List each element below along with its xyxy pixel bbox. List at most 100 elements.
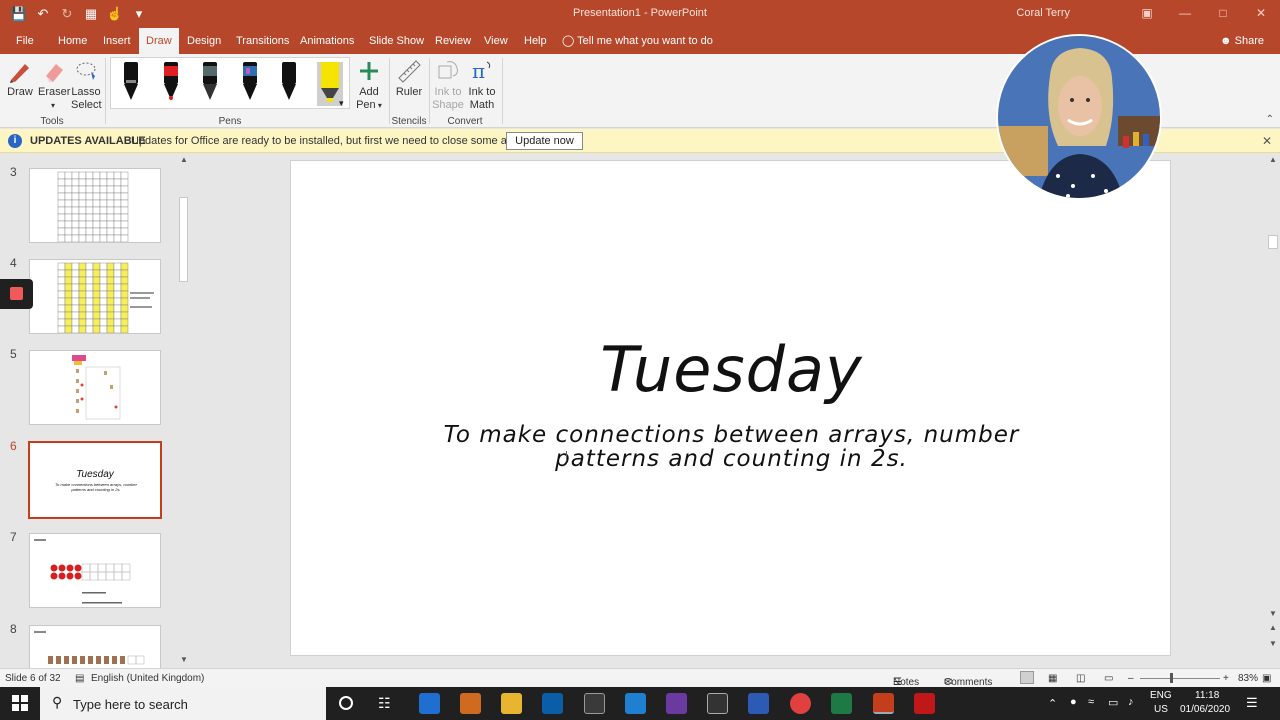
pen-galaxy[interactable] [240, 62, 260, 102]
excel-icon[interactable] [831, 693, 852, 714]
zoom-level[interactable]: 83% [1238, 673, 1258, 684]
lasso-select-button[interactable]: Lasso Select [71, 58, 102, 112]
task-view-icon[interactable]: ☷ [378, 695, 391, 712]
slide-subtitle[interactable]: To make connections between arrays, numb… [421, 423, 1042, 471]
tab-design[interactable]: Design [180, 28, 228, 54]
ruler-button[interactable]: Ruler [393, 58, 425, 99]
thumbnail-scrollbar-thumb[interactable] [179, 197, 188, 282]
add-pen-button[interactable]: Add Pen ▾ [354, 58, 384, 112]
grid-cell [57, 290, 66, 299]
windows-start-icon[interactable] [12, 695, 28, 711]
close-icon[interactable]: ✕ [1262, 134, 1272, 148]
tab-insert[interactable]: Insert [96, 28, 138, 54]
slide-thumbnail-7[interactable] [29, 533, 161, 608]
notifications-icon[interactable]: ☰ [1246, 695, 1258, 711]
previous-slide-icon[interactable]: ▲ [1269, 623, 1277, 632]
screen-recorder-icon[interactable] [790, 693, 811, 714]
eraser-button[interactable]: Eraser ▾ [38, 58, 70, 112]
grid-cell [71, 234, 80, 242]
tab-draw[interactable]: Draw [139, 28, 179, 54]
slide-scrollbar[interactable]: ▲ ▼ ▲ ▼ [1266, 153, 1280, 666]
tab-slide-show[interactable]: Slide Show [362, 28, 431, 54]
zoom-slider[interactable] [1140, 678, 1220, 679]
recording-stop-button[interactable] [0, 279, 33, 309]
user-name[interactable]: Coral Terry [1016, 7, 1070, 19]
maximize-button[interactable]: □ [1204, 0, 1242, 28]
word-icon[interactable] [748, 693, 769, 714]
cortana-icon[interactable] [339, 696, 353, 710]
tab-file[interactable]: File [9, 28, 41, 54]
scrollbar-thumb[interactable] [1268, 235, 1278, 249]
pen-red[interactable] [161, 62, 181, 102]
fit-to-window-icon[interactable]: ▣ [1262, 673, 1271, 684]
minimize-button[interactable]: — [1166, 0, 1204, 28]
edge-icon[interactable] [419, 693, 440, 714]
ink-to-math-button[interactable]: π Ink to Math [466, 58, 498, 112]
ink-to-math-label-1: Ink to [468, 86, 496, 98]
webcam-overlay[interactable] [996, 34, 1162, 200]
slide-thumbnail-5[interactable] [29, 350, 161, 425]
tell-me-search[interactable]: ◯ Tell me what you want to do [562, 28, 713, 54]
acrobat-icon[interactable] [914, 693, 935, 714]
zoom-slider-thumb[interactable] [1170, 673, 1173, 683]
slide-thumbnail-4[interactable] [29, 259, 161, 334]
scroll-down-icon[interactable]: ▼ [1269, 609, 1277, 618]
keyboard-layout[interactable]: US [1154, 704, 1168, 715]
grid-cell [64, 311, 73, 320]
tab-transitions[interactable]: Transitions [229, 28, 296, 54]
slide-thumbnail-8[interactable] [29, 625, 161, 670]
pens-gallery-expand-icon[interactable]: ▾ [339, 98, 344, 109]
slide-title[interactable]: Tuesday [291, 333, 1172, 406]
eraser-dropdown-icon[interactable]: ▾ [51, 101, 55, 110]
pen-black-2[interactable] [279, 62, 299, 102]
collapse-ribbon-icon[interactable]: ⌃ [1266, 114, 1274, 125]
clock-time[interactable]: 11:18 [1195, 690, 1219, 701]
share-button[interactable]: ☻ Share [1220, 28, 1264, 54]
outlook-icon[interactable] [542, 693, 563, 714]
next-slide-icon[interactable]: ▼ [1269, 639, 1277, 648]
scroll-up-icon[interactable]: ▲ [1269, 155, 1277, 164]
mail-icon[interactable] [625, 693, 646, 714]
file-explorer-icon[interactable] [501, 693, 522, 714]
proofing-icon[interactable]: ▤ [75, 673, 84, 684]
normal-view-icon[interactable] [1020, 671, 1034, 684]
ink-to-shape-button[interactable]: Ink to Shape [432, 58, 464, 112]
tab-view[interactable]: View [477, 28, 515, 54]
store-icon[interactable] [584, 693, 605, 714]
scroll-down-icon[interactable]: ▼ [180, 655, 188, 664]
paint-icon[interactable] [460, 693, 481, 714]
grid-cell [57, 318, 66, 327]
slide-thumbnail-3[interactable] [29, 168, 161, 243]
taskbar-search-box[interactable]: ⚲ Type here to search [40, 687, 326, 720]
pen-black[interactable] [121, 62, 141, 102]
update-now-button[interactable]: Update now [506, 132, 583, 150]
wifi-icon[interactable]: ≈ [1088, 696, 1094, 708]
tab-review[interactable]: Review [428, 28, 478, 54]
slide-sorter-icon[interactable]: ▦ [1048, 673, 1057, 684]
highlighter-yellow[interactable] [317, 58, 343, 106]
tab-home[interactable]: Home [51, 28, 94, 54]
powerpoint-icon[interactable] [873, 693, 894, 714]
close-button[interactable]: ✕ [1242, 0, 1280, 28]
language-indicator[interactable]: English (United Kingdom) [91, 673, 204, 684]
zoom-in-icon[interactable]: + [1223, 673, 1229, 684]
tab-help[interactable]: Help [517, 28, 554, 54]
tab-animations[interactable]: Animations [293, 28, 361, 54]
draw-button[interactable]: Draw [5, 58, 35, 99]
sims-icon[interactable] [707, 693, 728, 714]
volume-icon[interactable]: ♪ [1128, 696, 1134, 708]
ribbon-display-options-icon[interactable]: ▣ [1128, 0, 1166, 28]
battery-icon[interactable]: ▭ [1108, 696, 1118, 709]
keyboard-language[interactable]: ENG [1150, 690, 1172, 701]
slide-show-icon[interactable]: ▭ [1104, 673, 1113, 684]
reading-view-icon[interactable]: ◫ [1076, 673, 1085, 684]
zoom-out-icon[interactable]: – [1128, 673, 1134, 684]
current-slide[interactable]: Tuesday To make connections between arra… [290, 160, 1171, 656]
clock-date[interactable]: 01/06/2020 [1180, 704, 1230, 715]
scroll-up-icon[interactable]: ▲ [180, 155, 188, 164]
show-hidden-icons-icon[interactable]: ⌃ [1048, 697, 1057, 710]
onenote-icon[interactable] [666, 693, 687, 714]
pen-gray[interactable] [200, 62, 220, 102]
microphone-icon[interactable]: ● [1070, 696, 1077, 708]
slide-thumbnail-6[interactable]: Tuesday To make connections between arra… [28, 441, 162, 519]
